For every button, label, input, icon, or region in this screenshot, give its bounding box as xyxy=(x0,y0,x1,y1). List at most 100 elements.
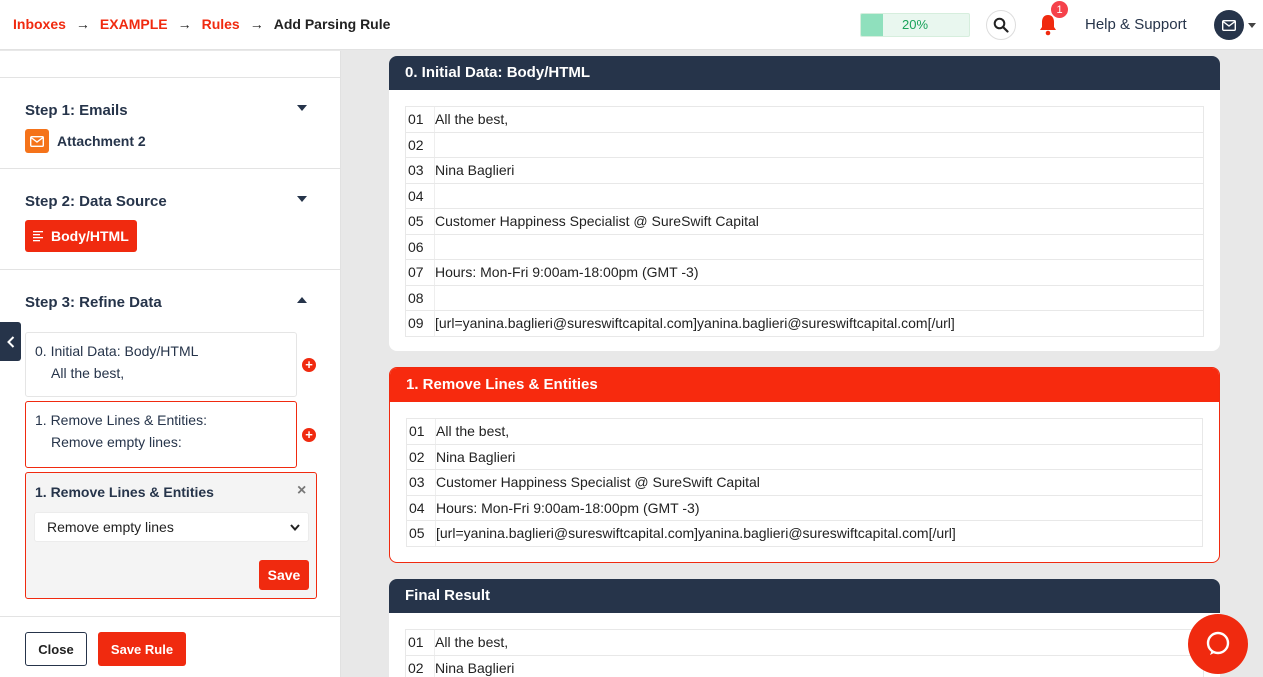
close-button[interactable]: Close xyxy=(25,632,87,666)
panel-initial-data: 0. Initial Data: Body/HTML 01 All the bes… xyxy=(389,56,1220,351)
breadcrumb-example[interactable]: EXAMPLE xyxy=(100,16,168,32)
line-text xyxy=(434,183,1203,208)
chevron-left-icon xyxy=(6,335,14,348)
data-line-row: 03 Customer Happiness Specialist @ SureSw… xyxy=(407,470,1202,496)
collapse-sidebar-button[interactable] xyxy=(0,322,21,361)
sidebar: Step 1: Emails Attachment 2 Step 2: Data… xyxy=(0,51,341,677)
save-button[interactable]: Save xyxy=(259,560,309,590)
breadcrumb-arrow-icon: → xyxy=(249,16,264,32)
progress-label: 20% xyxy=(901,17,929,32)
help-support-link[interactable]: Help & Support xyxy=(1085,16,1187,33)
line-number: 07 xyxy=(408,264,424,281)
line-text: Nina Baglieri xyxy=(435,444,1202,469)
line-text: Nina Baglieri xyxy=(434,655,1203,677)
line-number: 01 xyxy=(409,423,425,440)
breadcrumb-arrow-icon: → xyxy=(75,16,90,32)
line-text: [url=yanina.baglieri@sureswiftcapital.co… xyxy=(434,311,1203,336)
close-icon[interactable]: × xyxy=(297,482,306,500)
chevron-up-icon[interactable] xyxy=(297,297,307,303)
data-line-row: 07 Hours: Mon-Fri 9:00am-18:00pm (GMT -3) xyxy=(406,260,1203,286)
line-number: 04 xyxy=(408,187,424,204)
line-text: [url=yanina.baglieri@sureswiftcapital.co… xyxy=(435,521,1202,546)
line-number: 06 xyxy=(408,238,424,255)
step1-title[interactable]: Step 1: Emails xyxy=(25,102,128,119)
top-bar: Inboxes → EXAMPLE → Rules → Add Parsing … xyxy=(0,0,1263,50)
line-number: 02 xyxy=(409,448,425,465)
add-step-icon[interactable]: + xyxy=(302,358,316,372)
line-number: 02 xyxy=(408,659,424,676)
data-line-row: 02 xyxy=(406,132,1203,158)
page-title: Add Parsing Rule xyxy=(273,16,391,32)
data-line-row: 01 All the best, xyxy=(407,419,1202,445)
panel-title: 0. Initial Data: Body/HTML xyxy=(389,56,1220,90)
line-text: All the best, xyxy=(434,630,1203,655)
data-line-row: 03 Nina Baglieri xyxy=(406,158,1203,184)
attachment-label: Attachment 2 xyxy=(57,133,146,149)
data-line-row: 09 [url=yanina.baglieri@sureswiftcapital.… xyxy=(406,311,1203,337)
line-text: All the best, xyxy=(434,107,1203,132)
line-number: 03 xyxy=(408,162,424,179)
step2-title[interactable]: Step 2: Data Source xyxy=(25,193,167,210)
refine-card-subtitle: All the best, xyxy=(51,365,125,381)
panel-final-result: Final Result 01 All the best, 02 Nina Bagli… xyxy=(389,579,1220,677)
data-line-row: 05 [url=yanina.baglieri@sureswiftcapital.… xyxy=(407,521,1202,547)
data-source-label: Body/HTML xyxy=(51,228,129,244)
line-number: 01 xyxy=(408,111,424,128)
attachment-item[interactable]: Attachment 2 xyxy=(25,129,146,153)
line-text: All the best, xyxy=(435,419,1202,444)
refine-card-title: 1. Remove Lines & Entities: xyxy=(35,412,207,428)
data-lines: 01 All the best, 02 Nina Baglieri xyxy=(405,629,1204,677)
data-line-row: 05 Customer Happiness Specialist @ SureSw… xyxy=(406,209,1203,235)
line-text: Customer Happiness Specialist @ SureSwif… xyxy=(434,209,1203,234)
step1-section: Step 1: Emails Attachment 2 xyxy=(0,77,340,168)
data-line-row: 02 Nina Baglieri xyxy=(407,444,1202,470)
line-number: 09 xyxy=(408,315,424,332)
data-line-row: 06 xyxy=(406,234,1203,260)
refine-card-remove-lines[interactable]: 1. Remove Lines & Entities: Remove empty… xyxy=(25,401,297,468)
action-select-value: Remove empty lines xyxy=(47,519,174,535)
data-lines: 01 All the best, 02 03 Nina Baglieri 04 05 Cust… xyxy=(405,106,1204,337)
chevron-down-icon xyxy=(290,523,300,531)
panel-title: Final Result xyxy=(389,579,1220,613)
add-step-icon[interactable]: + xyxy=(302,428,316,442)
text-lines-icon xyxy=(33,231,43,242)
breadcrumb-inboxes[interactable]: Inboxes xyxy=(13,16,66,32)
line-number: 02 xyxy=(408,136,424,153)
line-text: Hours: Mon-Fri 9:00am-18:00pm (GMT -3) xyxy=(435,495,1202,520)
action-select[interactable]: Remove empty lines xyxy=(34,512,309,542)
data-line-row: 01 All the best, xyxy=(406,107,1203,133)
search-button[interactable] xyxy=(986,10,1016,40)
search-icon xyxy=(993,17,1009,33)
line-text xyxy=(434,285,1203,310)
line-text: Customer Happiness Specialist @ SureSwif… xyxy=(435,470,1202,495)
chevron-down-icon[interactable] xyxy=(297,105,307,111)
envelope-icon xyxy=(25,129,49,153)
line-number: 05 xyxy=(408,213,424,230)
refine-editor: 1. Remove Lines & Entities × Remove empt… xyxy=(25,472,317,599)
line-text: Nina Baglieri xyxy=(434,158,1203,183)
chevron-down-icon[interactable] xyxy=(297,196,307,202)
data-source-button[interactable]: Body/HTML xyxy=(25,220,137,252)
refine-card-title: 0. Initial Data: Body/HTML xyxy=(35,343,199,359)
chat-support-button[interactable] xyxy=(1188,614,1248,674)
data-line-row: 04 Hours: Mon-Fri 9:00am-18:00pm (GMT -3) xyxy=(407,495,1202,521)
line-number: 01 xyxy=(408,634,424,651)
breadcrumb: Inboxes → EXAMPLE → Rules → Add Parsing … xyxy=(13,16,390,32)
panel-title: 1. Remove Lines & Entities xyxy=(390,368,1219,402)
line-number: 04 xyxy=(409,499,425,516)
data-line-row: 04 xyxy=(406,183,1203,209)
line-text xyxy=(434,132,1203,157)
chat-icon xyxy=(1206,631,1230,655)
line-number: 08 xyxy=(408,289,424,306)
panel-remove-lines: 1. Remove Lines & Entities 01 All the bes… xyxy=(389,367,1220,563)
notification-badge: 1 xyxy=(1050,0,1069,19)
refine-card-initial[interactable]: 0. Initial Data: Body/HTML All the best, xyxy=(25,332,297,397)
save-rule-button[interactable]: Save Rule xyxy=(98,632,186,666)
breadcrumb-rules[interactable]: Rules xyxy=(202,16,240,32)
account-menu[interactable] xyxy=(1214,10,1256,40)
refine-card-subtitle: Remove empty lines: xyxy=(51,434,182,450)
line-number: 03 xyxy=(409,474,425,491)
line-number: 05 xyxy=(409,525,425,542)
step3-title[interactable]: Step 3: Refine Data xyxy=(25,294,162,311)
data-line-row: 02 Nina Baglieri xyxy=(406,655,1203,677)
